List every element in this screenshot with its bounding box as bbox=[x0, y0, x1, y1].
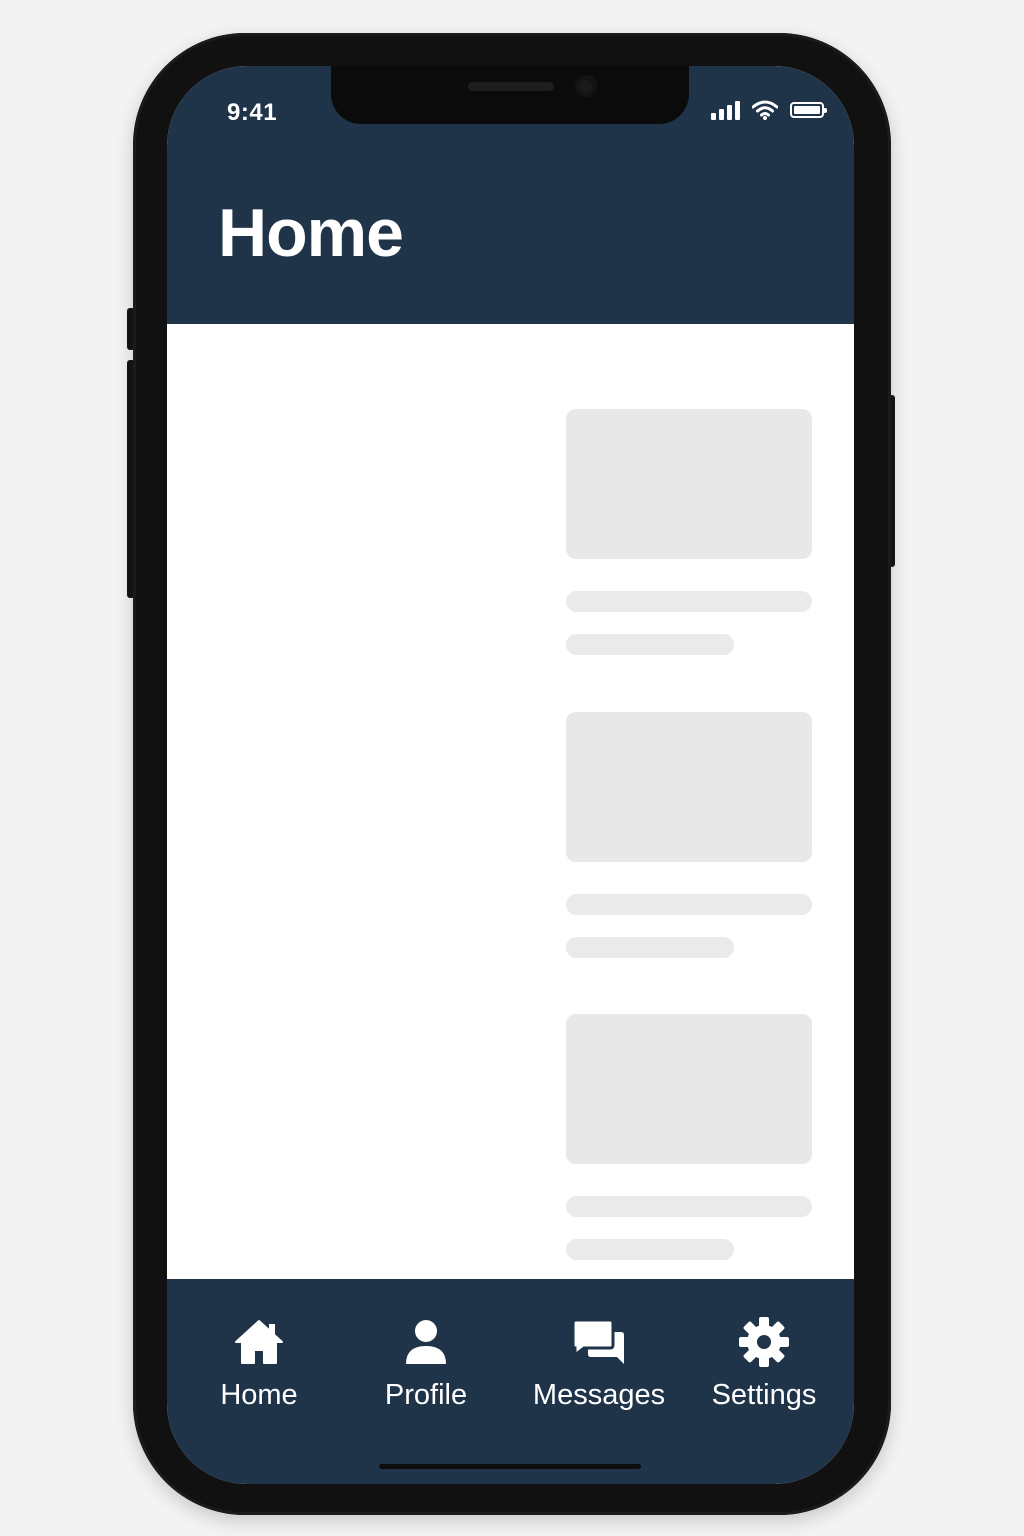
tab-profile[interactable]: Profile bbox=[367, 1315, 485, 1412]
notch bbox=[331, 66, 689, 124]
tab-label: Settings bbox=[711, 1379, 817, 1411]
stage: 9:41 Home Home Profile Messages Settings bbox=[0, 0, 1024, 1536]
status-icons bbox=[711, 100, 827, 120]
tab-label: Messages bbox=[532, 1379, 666, 1411]
card-subtitle-placeholder bbox=[566, 1239, 734, 1260]
battery-icon bbox=[790, 102, 827, 118]
card-subtitle-placeholder bbox=[566, 634, 734, 655]
card-subtitle-placeholder bbox=[566, 937, 734, 958]
chat-bubbles-icon bbox=[572, 1315, 626, 1369]
home-icon bbox=[232, 1315, 286, 1369]
tab-home[interactable]: Home bbox=[203, 1315, 315, 1412]
phone-screen: 9:41 Home Home Profile Messages Settings bbox=[167, 66, 854, 1484]
card-title-placeholder bbox=[566, 1196, 812, 1217]
placeholder-card[interactable] bbox=[566, 409, 812, 655]
tab-messages[interactable]: Messages bbox=[521, 1315, 677, 1412]
placeholder-card[interactable] bbox=[566, 1014, 812, 1260]
content-feed bbox=[167, 324, 854, 1279]
tab-settings[interactable]: Settings bbox=[695, 1315, 833, 1412]
bottom-tab-bar: Home Profile Messages Settings bbox=[167, 1279, 854, 1484]
page-title: Home bbox=[218, 195, 404, 271]
wifi-icon bbox=[752, 100, 778, 120]
front-camera bbox=[575, 75, 597, 97]
card-image-placeholder bbox=[566, 409, 812, 559]
speaker-grille bbox=[468, 82, 554, 91]
tab-label: Home bbox=[220, 1379, 298, 1411]
card-image-placeholder bbox=[566, 1014, 812, 1164]
tab-label: Profile bbox=[384, 1379, 468, 1411]
status-time: 9:41 bbox=[227, 99, 278, 126]
cellular-signal-icon bbox=[711, 100, 740, 120]
placeholder-card[interactable] bbox=[566, 712, 812, 958]
home-indicator[interactable] bbox=[379, 1464, 641, 1469]
person-icon bbox=[399, 1315, 453, 1369]
card-image-placeholder bbox=[566, 712, 812, 862]
gear-icon bbox=[737, 1315, 791, 1369]
card-title-placeholder bbox=[566, 894, 812, 915]
card-title-placeholder bbox=[566, 591, 812, 612]
app-header: 9:41 Home bbox=[167, 66, 854, 324]
